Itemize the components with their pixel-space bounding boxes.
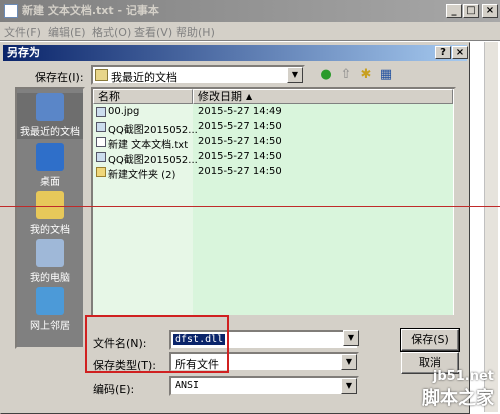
file-row[interactable]: 新建文件夹 (2) 2015-5-27 14:50: [93, 166, 453, 181]
recent-docs-icon: [95, 69, 108, 81]
menu-file[interactable]: 文件(F): [4, 24, 41, 40]
up-folder-icon[interactable]: ⇧: [337, 66, 355, 84]
file-date: 2015-5-27 14:49: [198, 106, 282, 117]
places-bar: 我最近的文档 桌面 我的文档 我的电脑 网上邻居: [15, 87, 85, 349]
place-desktop[interactable]: 桌面: [17, 143, 83, 188]
watermark-site: jb51.net: [432, 369, 494, 384]
chevron-down-icon[interactable]: ▼: [287, 67, 303, 83]
place-mydocs[interactable]: 我的文档: [17, 191, 83, 236]
chevron-down-icon[interactable]: ▼: [343, 330, 359, 346]
save-in-label: 保存在(I):: [35, 71, 84, 84]
notepad-app-icon: [4, 4, 18, 18]
place-network-label: 网上邻居: [30, 321, 70, 332]
file-date: 2015-5-27 14:50: [198, 136, 282, 147]
menu-view[interactable]: 查看(V): [134, 24, 172, 40]
new-folder-icon[interactable]: ✱: [357, 66, 375, 84]
place-mydocs-label: 我的文档: [30, 225, 70, 236]
watermark-name: 脚本之家: [422, 388, 494, 409]
notepad-titlebar: 新建 文本文档.txt - 记事本 _ □ ×: [0, 0, 500, 22]
place-recent-label: 我最近的文档: [20, 127, 80, 138]
notepad-menubar: 文件(F) 编辑(E) 格式(O) 查看(V) 帮助(H): [0, 22, 500, 40]
maximize-button[interactable]: □: [463, 4, 479, 18]
file-name: 00.jpg: [108, 106, 140, 117]
back-icon[interactable]: ●: [317, 66, 335, 84]
place-network[interactable]: 网上邻居: [17, 287, 83, 332]
place-desktop-label: 桌面: [40, 177, 60, 188]
image-icon: [96, 122, 106, 132]
dialog-titlebar: 另存为 ? ×: [3, 45, 468, 61]
file-name: 新建文件夹 (2): [108, 170, 176, 181]
network-places-icon: [36, 287, 64, 315]
file-date: 2015-5-27 14:50: [198, 166, 282, 177]
image-icon: [96, 152, 106, 162]
place-mycomputer[interactable]: 我的电脑: [17, 239, 83, 284]
encoding-value: ANSI: [175, 380, 200, 391]
notepad-title: 新建 文本文档.txt - 记事本: [22, 4, 159, 17]
my-computer-icon: [36, 239, 64, 267]
place-mycomputer-label: 我的电脑: [30, 273, 70, 284]
file-list[interactable]: 名称 修改日期 ▲ 00.jpg 2015-5-27 14:49 QQ截图201…: [91, 87, 456, 317]
desktop-icon: [36, 143, 64, 171]
sort-ascending-icon: ▲: [246, 92, 253, 101]
site-watermark: jb51.net 脚本之家: [422, 369, 494, 410]
annotation-highlight-box: [85, 315, 229, 373]
folder-icon: [96, 167, 106, 177]
image-icon: [96, 107, 106, 117]
file-date: 2015-5-27 14:50: [198, 151, 282, 162]
file-name: QQ截图2015052...: [108, 125, 198, 136]
dialog-title: 另存为: [7, 46, 40, 59]
my-documents-icon: [36, 191, 64, 219]
dialog-close-button[interactable]: ×: [452, 46, 468, 59]
file-date: 2015-5-27 14:50: [198, 121, 282, 132]
filename-dropdown[interactable]: ▼: [341, 330, 359, 350]
column-header-modified[interactable]: 修改日期 ▲: [193, 89, 453, 104]
help-button[interactable]: ?: [435, 46, 451, 59]
view-menu-icon[interactable]: ▦: [377, 66, 395, 84]
minimize-button[interactable]: _: [446, 4, 462, 18]
file-row[interactable]: QQ截图2015052... 2015-5-27 14:50: [93, 121, 453, 136]
annotation-red-line: [0, 206, 500, 207]
menu-help[interactable]: 帮助(H): [176, 24, 215, 40]
save-as-dialog: 另存为 ? × 保存在(I): 我最近的文档 ▼ ● ⇧ ✱ ▦ 我最近的文档 …: [0, 42, 470, 414]
save-button[interactable]: 保存(S): [400, 328, 460, 352]
file-name: QQ截图2015052...: [108, 155, 198, 166]
close-button[interactable]: ×: [482, 4, 498, 18]
notepad-scrollbar[interactable]: [484, 42, 498, 412]
encoding-label: 编码(E):: [93, 383, 135, 396]
menu-edit[interactable]: 编辑(E): [48, 24, 86, 40]
chevron-down-icon[interactable]: ▼: [341, 378, 357, 394]
recent-documents-icon: [36, 93, 64, 121]
file-row[interactable]: 00.jpg 2015-5-27 14:49: [93, 106, 453, 119]
place-recent[interactable]: 我最近的文档: [17, 93, 83, 139]
column-header-name[interactable]: 名称: [93, 89, 193, 104]
save-in-value: 我最近的文档: [111, 71, 177, 84]
file-row[interactable]: QQ截图2015052... 2015-5-27 14:50: [93, 151, 453, 166]
encoding-combo[interactable]: ANSI ▼: [169, 376, 359, 396]
menu-format[interactable]: 格式(O): [92, 24, 131, 40]
file-name: 新建 文本文档.txt: [108, 140, 189, 151]
file-row[interactable]: 新建 文本文档.txt 2015-5-27 14:50: [93, 136, 453, 151]
chevron-down-icon[interactable]: ▼: [341, 354, 357, 370]
save-in-combo[interactable]: 我最近的文档 ▼: [91, 65, 305, 85]
text-file-icon: [96, 137, 106, 147]
column-header-modified-label: 修改日期: [198, 90, 242, 103]
